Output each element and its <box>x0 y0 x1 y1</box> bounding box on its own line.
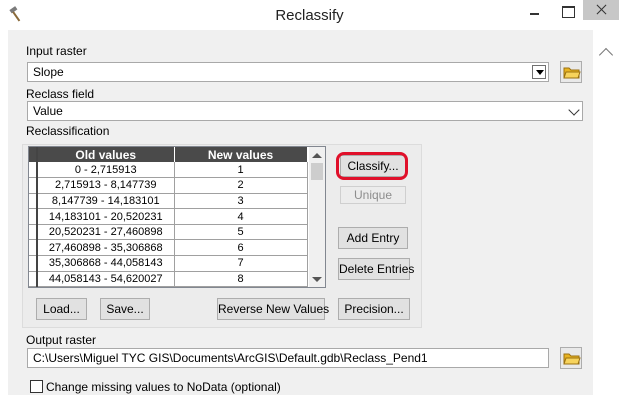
row-selector[interactable] <box>29 255 38 272</box>
unique-button[interactable]: Unique <box>340 186 406 204</box>
table-row[interactable]: 20,520231 - 27,460898 5 <box>29 224 308 241</box>
row-selector[interactable] <box>29 193 38 210</box>
reclass-field-combo[interactable]: Value <box>27 101 583 121</box>
new-values-header[interactable]: New values <box>174 147 308 162</box>
table-row[interactable]: 27,460898 - 35,306868 6 <box>29 239 308 257</box>
input-raster-browse-button[interactable] <box>560 61 582 83</box>
chevron-down-icon[interactable] <box>568 104 580 116</box>
precision-button[interactable]: Precision... <box>338 298 410 320</box>
old-value-cell[interactable]: 20,520231 - 27,460898 <box>37 224 175 241</box>
old-value-cell[interactable]: 14,183101 - 20,520231 <box>37 208 175 225</box>
title-bar: Reclassify <box>0 0 619 30</box>
nodata-checkbox[interactable] <box>30 380 43 393</box>
new-value-cell[interactable]: 3 <box>174 193 308 210</box>
output-raster-browse-button[interactable] <box>560 347 582 369</box>
new-value-cell[interactable]: 2 <box>174 177 308 194</box>
delete-entries-button[interactable]: Delete Entries <box>338 258 414 280</box>
old-values-header[interactable]: Old values <box>37 147 175 162</box>
help-panel-scrollbar[interactable] <box>593 30 619 395</box>
table-scrollbar[interactable] <box>309 147 325 287</box>
scroll-up-icon[interactable] <box>598 47 614 63</box>
new-value-cell[interactable]: 7 <box>174 255 308 272</box>
nodata-checkbox-label[interactable]: Change missing values to NoData (optiona… <box>46 380 281 394</box>
row-selector[interactable] <box>29 271 38 287</box>
reclassification-table[interactable]: Old values New values 0 - 2,715913 1 2,71… <box>28 146 326 288</box>
row-selector[interactable] <box>29 239 38 257</box>
row-selector[interactable] <box>29 162 38 179</box>
old-value-cell[interactable]: 8,147739 - 14,183101 <box>37 193 175 210</box>
open-folder-icon <box>563 67 581 79</box>
output-raster-label: Output raster <box>26 333 97 347</box>
table-row[interactable]: 2,715913 - 8,147739 2 <box>29 177 308 194</box>
old-value-cell[interactable]: 35,306868 - 44,058143 <box>37 255 175 272</box>
table-row[interactable]: 14,183101 - 20,520231 4 <box>29 208 308 225</box>
reclassification-label: Reclassification <box>26 124 110 138</box>
minimize-button[interactable] <box>524 4 546 18</box>
scroll-up-arrow-icon[interactable] <box>312 153 322 158</box>
row-selector-header <box>29 147 38 162</box>
save-button[interactable]: Save... <box>100 298 150 320</box>
row-selector[interactable] <box>29 208 38 225</box>
chevron-down-icon[interactable] <box>532 65 546 79</box>
maximize-button[interactable] <box>555 4 581 20</box>
row-selector[interactable] <box>29 224 38 241</box>
table-row[interactable]: 44,058143 - 54,620027 8 <box>29 271 308 287</box>
add-entry-button[interactable]: Add Entry <box>338 227 408 249</box>
old-value-cell[interactable]: 44,058143 - 54,620027 <box>37 271 175 287</box>
old-value-cell[interactable]: 27,460898 - 35,306868 <box>37 239 175 257</box>
input-raster-combo[interactable]: Slope <box>27 62 549 82</box>
scroll-down-arrow-icon[interactable] <box>312 277 322 282</box>
old-value-cell[interactable]: 2,715913 - 8,147739 <box>37 177 175 194</box>
new-value-cell[interactable]: 5 <box>174 224 308 241</box>
table-row[interactable]: 35,306868 - 44,058143 7 <box>29 255 308 272</box>
classify-highlight-annotation <box>336 152 408 180</box>
scroll-thumb[interactable] <box>311 163 323 180</box>
reclass-field-value: Value <box>33 104 63 118</box>
table-row[interactable]: 8,147739 - 14,183101 3 <box>29 193 308 210</box>
table-row[interactable]: 0 - 2,715913 1 <box>29 162 308 179</box>
load-button[interactable]: Load... <box>36 298 87 320</box>
reverse-new-values-button[interactable]: Reverse New Values <box>217 298 329 320</box>
reclass-field-label: Reclass field <box>26 87 95 101</box>
new-value-cell[interactable]: 8 <box>174 271 308 287</box>
new-value-cell[interactable]: 6 <box>174 239 308 257</box>
input-raster-label: Input raster <box>26 44 87 58</box>
open-folder-icon <box>563 353 581 365</box>
row-selector[interactable] <box>29 177 38 194</box>
input-raster-value: Slope <box>33 65 64 79</box>
old-value-cell[interactable]: 0 - 2,715913 <box>37 162 175 179</box>
output-raster-input[interactable]: C:\Users\Miguel TYC GIS\Documents\ArcGIS… <box>27 348 549 368</box>
new-value-cell[interactable]: 4 <box>174 208 308 225</box>
new-value-cell[interactable]: 1 <box>174 162 308 179</box>
close-button[interactable] <box>583 0 619 20</box>
